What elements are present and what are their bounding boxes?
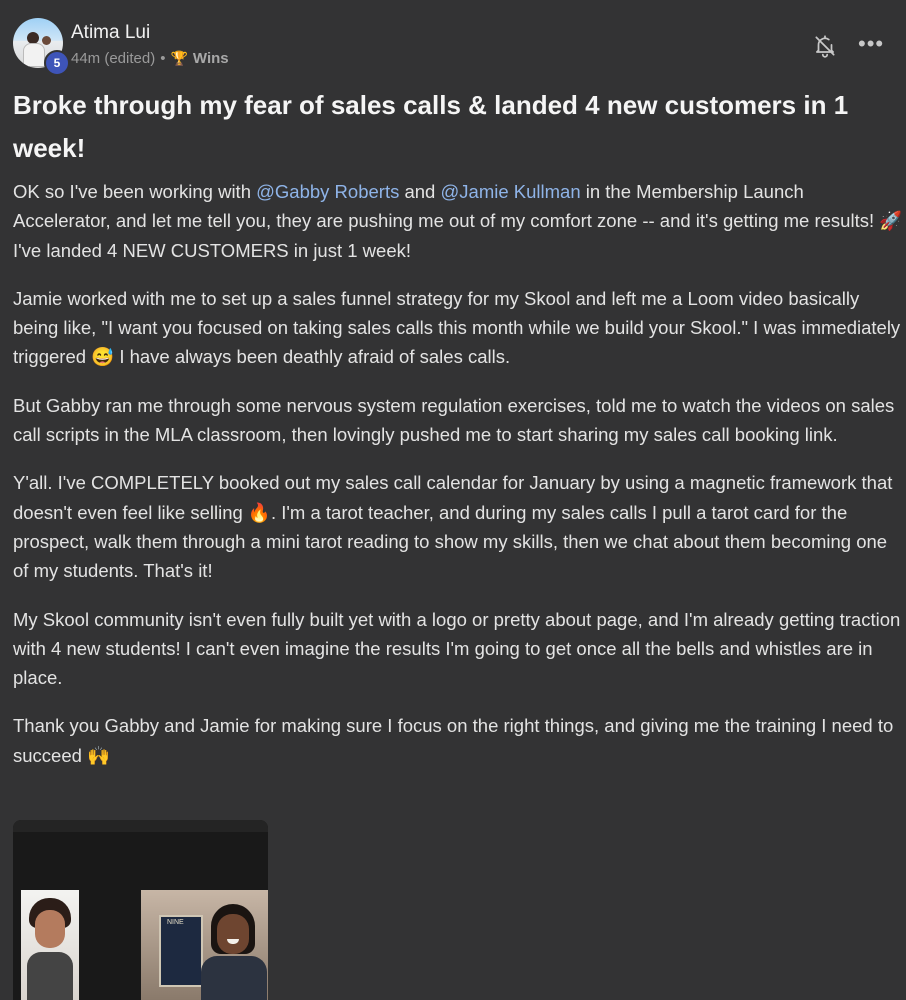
post-meta: 44m (edited) • 🏆 Wins [71, 50, 229, 67]
avatar-photo-child [42, 36, 51, 45]
participant-1-face [35, 910, 65, 948]
post-paragraph-5: My Skool community isn't even fully buil… [13, 608, 901, 689]
level-badge: 5 [44, 50, 70, 76]
post-paragraph-2: Jamie worked with me to set up a sales f… [13, 287, 901, 368]
video-participant-tile-2: NINE [141, 890, 268, 1000]
post-time: 44m (edited) [71, 50, 156, 67]
post-paragraph-3: But Gabby ran me through some nervous sy… [13, 394, 895, 446]
post-paragraph-1: OK so I've been working with @Gabby Robe… [13, 177, 903, 265]
video-attachment[interactable]: NINE [13, 820, 268, 1000]
bell-off-icon[interactable] [812, 33, 838, 59]
trophy-icon: 🏆 [170, 50, 188, 66]
video-participant-tile-1 [21, 890, 79, 1000]
post-category[interactable]: Wins [193, 50, 229, 67]
author-avatar-wrap[interactable]: 5 [13, 18, 70, 76]
p1-text-1: OK so I've been working with [13, 181, 257, 202]
avatar-photo-body [23, 43, 45, 67]
post-paragraph-4: Y'all. I've COMPLETELY booked out my sal… [13, 472, 893, 582]
author-name[interactable]: Atima Lui [71, 22, 150, 44]
post-title: Broke through my fear of sales calls & l… [13, 90, 849, 163]
tarot-card: NINE [159, 915, 203, 987]
post-body: OK so I've been working with @Gabby Robe… [13, 177, 903, 789]
participant-1-shirt [27, 952, 73, 1000]
participant-2-face [217, 914, 249, 954]
post-paragraph-6: Thank you Gabby and Jamie for making sur… [13, 715, 894, 766]
p1-text-2: and [399, 181, 441, 202]
mention-jamie-kullman[interactable]: @Jamie Kullman [441, 181, 581, 202]
tarot-card-text: NINE [167, 919, 184, 926]
post-header: 5 Atima Lui 44m (edited) • 🏆 Wins ••• [0, 0, 906, 80]
meta-separator: • [160, 50, 166, 67]
participant-2-body [201, 956, 267, 1000]
mention-gabby-roberts[interactable]: @Gabby Roberts [256, 181, 399, 202]
video-topbar [13, 820, 268, 832]
more-icon[interactable]: ••• [858, 33, 888, 55]
